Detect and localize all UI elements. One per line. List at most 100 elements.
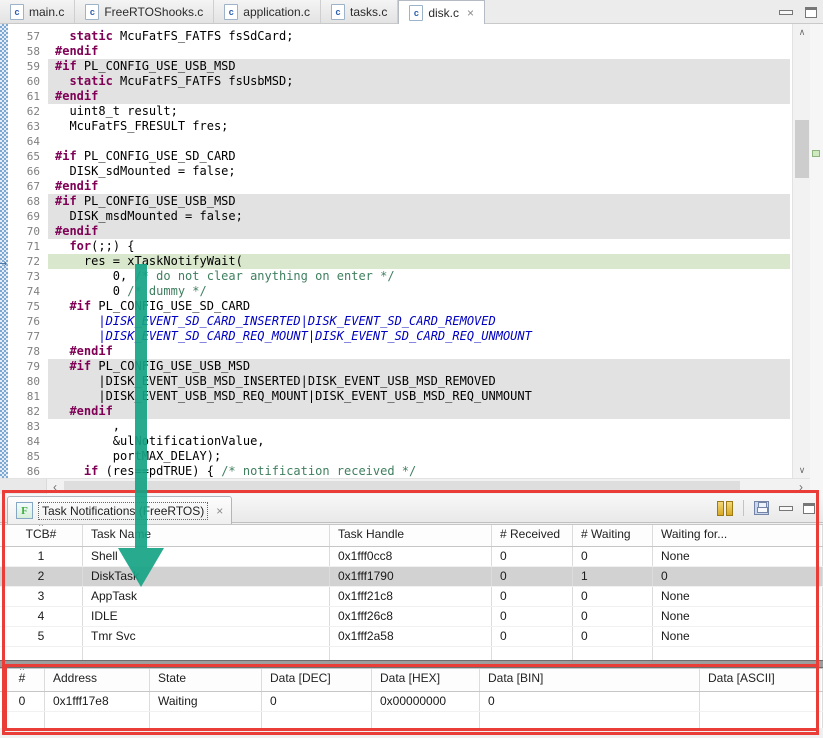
column-header--[interactable]: #^ bbox=[0, 669, 45, 691]
line-number[interactable]: 78 bbox=[8, 344, 40, 359]
code-text[interactable]: McuFatFS_FRESULT fres; bbox=[48, 119, 790, 134]
code-text[interactable]: #if PL_CONFIG_USE_SD_CARD bbox=[48, 149, 790, 164]
code-text[interactable]: portMAX_DELAY); bbox=[48, 449, 790, 464]
editor-tab-disk.c[interactable]: cdisk.c× bbox=[398, 0, 485, 25]
line-number[interactable]: 66 bbox=[8, 164, 40, 179]
close-icon[interactable]: × bbox=[216, 504, 223, 518]
table-row[interactable]: 5Tmr Svc0x1fff2a5800None bbox=[0, 627, 823, 647]
editor-tab-tasks.c[interactable]: ctasks.c bbox=[321, 0, 398, 23]
table-row[interactable]: 3AppTask0x1fff21c800None bbox=[0, 587, 823, 607]
line-number[interactable]: 59 bbox=[8, 59, 40, 74]
code-text[interactable]: &ulNotificationValue, bbox=[48, 434, 790, 449]
code-line[interactable]: 80 |DISK_EVENT_USB_MSD_INSERTED|DISK_EVE… bbox=[0, 374, 792, 389]
table-row[interactable]: 2DiskTask0x1fff1790010 bbox=[0, 567, 823, 587]
scroll-up-icon[interactable]: ∧ bbox=[793, 24, 811, 40]
code-line[interactable]: 72 res = xTaskNotifyWait( bbox=[0, 254, 792, 269]
code-line[interactable]: 63 McuFatFS_FRESULT fres; bbox=[0, 119, 792, 134]
minimize-view-icon[interactable] bbox=[779, 506, 793, 511]
code-text[interactable]: #endif bbox=[48, 179, 790, 194]
code-line[interactable]: 84 &ulNotificationValue, bbox=[0, 434, 792, 449]
column-header-task-handle[interactable]: Task Handle bbox=[330, 525, 492, 546]
code-text[interactable]: #if PL_CONFIG_USE_USB_MSD bbox=[48, 194, 790, 209]
vertical-scrollbar-thumb[interactable] bbox=[795, 120, 809, 178]
scroll-left-icon[interactable]: ‹ bbox=[47, 479, 63, 495]
line-number[interactable]: 64 bbox=[8, 134, 40, 149]
code-line[interactable]: 77 |DISK_EVENT_SD_CARD_REQ_MOUNT|DISK_EV… bbox=[0, 329, 792, 344]
column-header-state[interactable]: State bbox=[150, 669, 262, 691]
maximize-icon[interactable] bbox=[805, 7, 817, 18]
line-number[interactable]: 74 bbox=[8, 284, 40, 299]
code-text[interactable]: #endif bbox=[48, 89, 790, 104]
line-number[interactable]: 76 bbox=[8, 314, 40, 329]
code-line[interactable]: 85 portMAX_DELAY); bbox=[0, 449, 792, 464]
line-number[interactable]: 82 bbox=[8, 404, 40, 419]
column-header-task-name[interactable]: Task Name bbox=[83, 525, 330, 546]
code-text[interactable]: #endif bbox=[48, 44, 790, 59]
code-line[interactable]: 74 0 /* dummy */ bbox=[0, 284, 792, 299]
code-text[interactable]: #endif bbox=[48, 344, 790, 359]
minimize-icon[interactable] bbox=[779, 10, 793, 15]
table-row[interactable]: 1Shell0x1fff0cc800None bbox=[0, 547, 823, 567]
code-text[interactable]: DISK_msdMounted = false; bbox=[48, 209, 790, 224]
editor-tab-FreeRTOShooks.c[interactable]: cFreeRTOShooks.c bbox=[75, 0, 214, 23]
code-line[interactable]: 75 #if PL_CONFIG_USE_SD_CARD bbox=[0, 299, 792, 314]
code-text[interactable]: #if PL_CONFIG_USE_SD_CARD bbox=[48, 299, 790, 314]
code-line[interactable]: 67 #endif bbox=[0, 179, 792, 194]
code-text[interactable]: if (res==pdTRUE) { /* notification recei… bbox=[48, 464, 790, 479]
code-text[interactable]: 0, /* do not clear anything on enter */ bbox=[48, 269, 790, 284]
code-text[interactable]: , bbox=[48, 419, 790, 434]
scroll-right-icon[interactable]: › bbox=[793, 479, 809, 495]
code-line[interactable]: 69 DISK_msdMounted = false; bbox=[0, 209, 792, 224]
vertical-scrollbar[interactable]: ∧ ∨ bbox=[792, 24, 810, 478]
line-number[interactable]: 86 bbox=[8, 464, 40, 479]
columns-icon[interactable] bbox=[717, 501, 733, 516]
code-line[interactable]: 86 if (res==pdTRUE) { /* notification re… bbox=[0, 464, 792, 479]
code-line[interactable]: 82 #endif bbox=[0, 404, 792, 419]
line-number[interactable]: 75 bbox=[8, 299, 40, 314]
code-line[interactable]: 73 0, /* do not clear anything on enter … bbox=[0, 269, 792, 284]
code-line[interactable]: 65 #if PL_CONFIG_USE_SD_CARD bbox=[0, 149, 792, 164]
line-number[interactable]: 65 bbox=[8, 149, 40, 164]
code-line[interactable]: 64 bbox=[0, 134, 792, 149]
line-number[interactable]: 58 bbox=[8, 44, 40, 59]
line-number[interactable]: 84 bbox=[8, 434, 40, 449]
save-icon[interactable] bbox=[754, 501, 769, 515]
overview-annotation-marker[interactable] bbox=[812, 150, 820, 157]
column-header-data-ascii-[interactable]: Data [ASCII] bbox=[700, 669, 823, 691]
code-text[interactable]: #endif bbox=[48, 224, 790, 239]
line-number[interactable]: 63 bbox=[8, 119, 40, 134]
maximize-view-icon[interactable] bbox=[803, 503, 815, 514]
column-header-tcb-[interactable]: TCB#^ bbox=[0, 525, 83, 546]
code-text[interactable]: #endif bbox=[48, 404, 790, 419]
line-number[interactable]: 57 bbox=[8, 29, 40, 44]
column-header--received[interactable]: # Received bbox=[492, 525, 573, 546]
code-text[interactable]: 0 /* dummy */ bbox=[48, 284, 790, 299]
line-number[interactable]: 69 bbox=[8, 209, 40, 224]
code-line[interactable]: 79 #if PL_CONFIG_USE_USB_MSD bbox=[0, 359, 792, 374]
code-text[interactable]: for(;;) { bbox=[48, 239, 790, 254]
overview-ruler[interactable] bbox=[810, 24, 823, 494]
line-number[interactable]: 83 bbox=[8, 419, 40, 434]
code-line[interactable]: 81 |DISK_EVENT_USB_MSD_REQ_MOUNT|DISK_EV… bbox=[0, 389, 792, 404]
horizontal-scrollbar[interactable]: ‹ › bbox=[0, 478, 810, 494]
code-text[interactable]: |DISK_EVENT_SD_CARD_REQ_MOUNT|DISK_EVENT… bbox=[48, 329, 790, 344]
code-text[interactable]: #if PL_CONFIG_USE_USB_MSD bbox=[48, 59, 790, 74]
column-header--waiting[interactable]: # Waiting bbox=[573, 525, 653, 546]
column-header-data-dec-[interactable]: Data [DEC] bbox=[262, 669, 372, 691]
line-number[interactable]: 67 bbox=[8, 179, 40, 194]
code-line[interactable]: 66 DISK_sdMounted = false; bbox=[0, 164, 792, 179]
code-text[interactable]: |DISK_EVENT_USB_MSD_REQ_MOUNT|DISK_EVENT… bbox=[48, 389, 790, 404]
code-line[interactable]: 83 , bbox=[0, 419, 792, 434]
code-text[interactable]: uint8_t result; bbox=[48, 104, 790, 119]
code-line[interactable]: 76 |DISK_EVENT_SD_CARD_INSERTED|DISK_EVE… bbox=[0, 314, 792, 329]
table-row[interactable]: 4IDLE0x1fff26c800None bbox=[0, 607, 823, 627]
scroll-down-icon[interactable]: ∨ bbox=[793, 462, 811, 478]
code-line[interactable]: 60 static McuFatFS_FATFS fsUsbMSD; bbox=[0, 74, 792, 89]
code-line[interactable]: 70#endif bbox=[0, 224, 792, 239]
line-number[interactable]: 61 bbox=[8, 89, 40, 104]
line-number[interactable]: 77 bbox=[8, 329, 40, 344]
column-header-address[interactable]: Address bbox=[45, 669, 150, 691]
code-text[interactable]: DISK_sdMounted = false; bbox=[48, 164, 790, 179]
code-text[interactable]: static McuFatFS_FATFS fsUsbMSD; bbox=[48, 74, 790, 89]
code-text[interactable]: res = xTaskNotifyWait( bbox=[48, 254, 790, 269]
